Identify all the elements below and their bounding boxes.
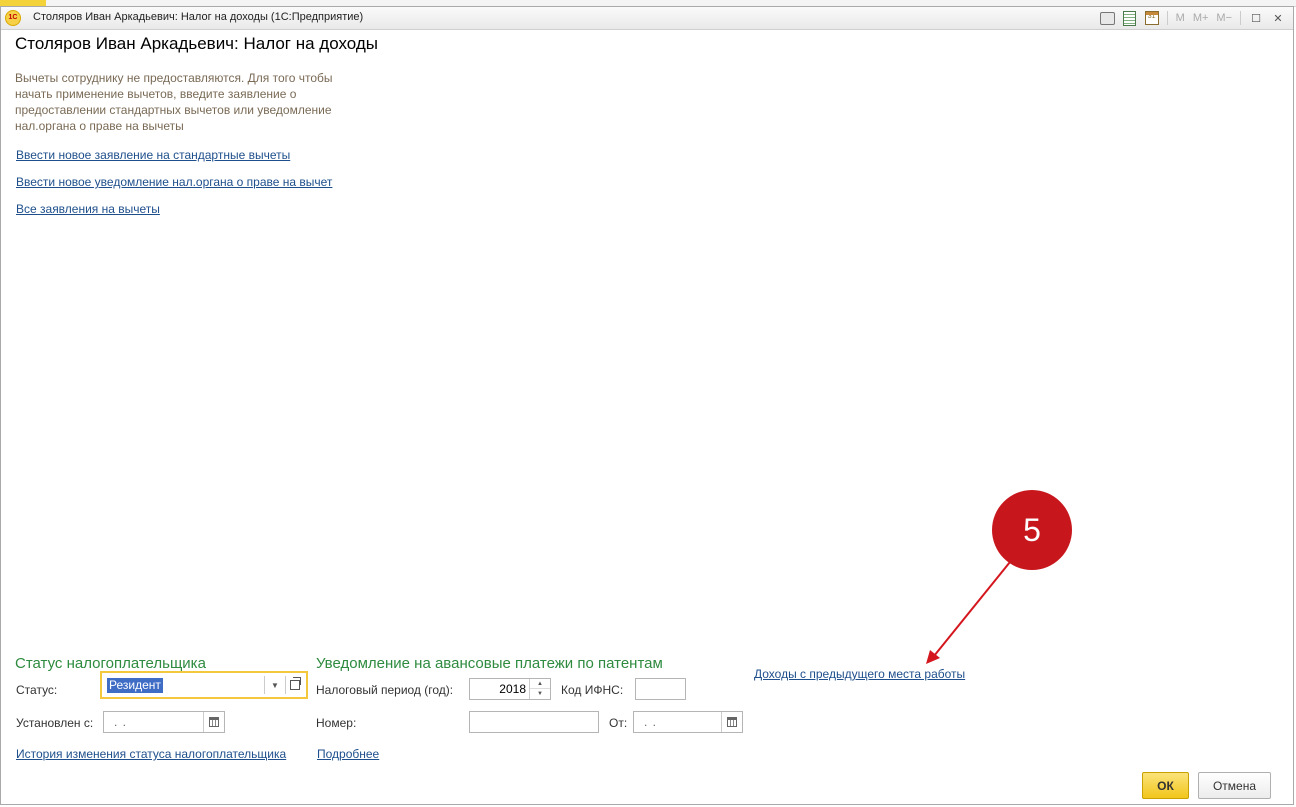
from-date-label: От: [609,716,628,730]
spin-up-icon[interactable]: ▲ [530,679,550,689]
calculator-button[interactable] [1121,9,1139,27]
memory-plus-button[interactable]: M+ [1191,9,1211,27]
status-history-link[interactable]: История изменения статуса налогоплательщ… [16,747,286,761]
memory-minus-button[interactable]: M− [1214,9,1234,27]
established-calendar-button[interactable] [203,712,224,732]
ifns-code-label: Код ИФНС: [561,683,624,697]
new-standard-deduction-link[interactable]: Ввести новое заявление на стандартные вы… [16,148,290,162]
number-input[interactable] [469,711,599,733]
title-toolbar: 31 M M+ M− ☐ ✕ [1099,9,1287,27]
calendar-icon [209,717,219,727]
all-applications-link[interactable]: Все заявления на вычеты [16,202,160,216]
status-dropdown-button[interactable]: ▼ [264,676,285,694]
tax-period-label: Налоговый период (год): [316,683,454,697]
print-button[interactable] [1099,9,1117,27]
new-tax-notice-link[interactable]: Ввести новое уведомление нал.органа о пр… [16,175,332,189]
close-button[interactable]: ✕ [1269,9,1287,27]
established-date-value: . . [114,715,128,729]
from-date-value: . . [644,715,658,729]
tax-period-value: 2018 [499,682,526,696]
calendar-icon [727,717,737,727]
window-title: Столяров Иван Аркадьевич: Налог на доход… [33,11,364,23]
print-icon [1100,11,1116,25]
calculator-icon [1123,10,1137,26]
patent-notice-section-title: Уведомление на авансовые платежи по пате… [316,655,663,672]
status-select[interactable]: Резидент ▼ [100,671,308,699]
from-calendar-button[interactable] [721,712,742,732]
1c-logo-icon: 1С [5,10,21,26]
toolbar-separator [1166,11,1168,25]
from-date-input[interactable]: . . [633,711,743,733]
deductions-info-text: Вычеты сотруднику не предоставляются. Дл… [15,71,333,133]
page-title: Столяров Иван Аркадьевич: Налог на доход… [15,34,378,53]
cancel-button[interactable]: Отмена [1198,772,1271,799]
number-label: Номер: [316,716,357,730]
maximize-button[interactable]: ☐ [1247,9,1265,27]
status-label: Статус: [16,683,58,697]
chevron-down-icon: ▼ [271,680,279,690]
toolbar-separator [1240,11,1241,25]
annotation-marker: 5 [992,490,1072,570]
established-date-input[interactable]: . . [103,711,225,733]
open-window-icon [290,677,301,690]
tax-period-spin-buttons[interactable]: ▲ ▼ [529,679,550,699]
title-bar: 1С Столяров Иван Аркадьевич: Налог на до… [1,7,1293,30]
memory-button[interactable]: M [1174,9,1187,27]
tax-period-stepper[interactable]: 2018 ▲ ▼ [469,678,551,700]
details-link[interactable]: Подробнее [317,747,379,761]
previous-employer-income-link[interactable]: Доходы с предыдущего места работы [754,667,965,681]
status-value: Резидент [107,678,163,693]
calendar-icon: 31 [1144,11,1159,25]
calendar-button[interactable]: 31 [1143,9,1161,27]
taxpayer-status-section-title: Статус налогоплательщика [15,655,206,672]
ok-button[interactable]: ОК [1142,772,1189,799]
ifns-code-input[interactable] [635,678,686,700]
established-label: Установлен с: [16,716,94,730]
status-open-button[interactable] [285,676,304,694]
spin-down-icon[interactable]: ▼ [530,689,550,699]
